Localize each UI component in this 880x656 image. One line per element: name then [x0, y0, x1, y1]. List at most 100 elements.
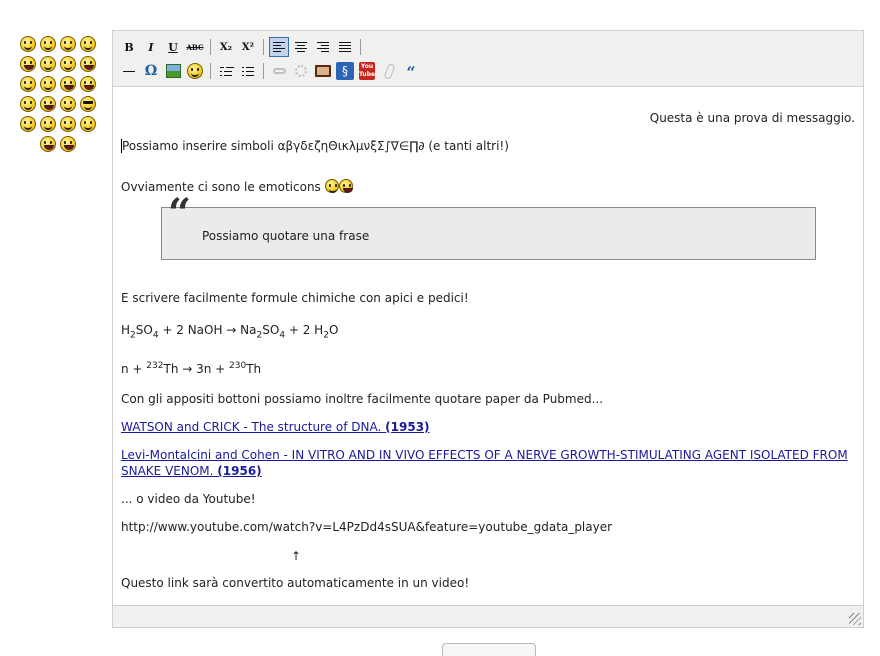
- arrow-marker: ↑: [291, 549, 302, 563]
- emoticons-line: Ovviamente ci sono le emoticons: [121, 179, 855, 195]
- surprised-emoticon-icon: [338, 179, 353, 193]
- emoticon-row: [10, 74, 106, 94]
- submit-button[interactable]: [442, 643, 536, 656]
- quote-mark-icon: “: [168, 190, 192, 237]
- book-icon: [315, 65, 331, 77]
- cool-emoticon-icon[interactable]: [80, 96, 96, 112]
- editor-content[interactable]: Questa è una prova di messaggio. Possiam…: [121, 101, 855, 605]
- align-justify-icon: [339, 42, 351, 52]
- unlink-button[interactable]: [291, 61, 311, 81]
- italic-button[interactable]: I: [141, 37, 161, 57]
- unlink-icon: [295, 65, 307, 77]
- shocked-emoticon-icon[interactable]: [80, 56, 96, 72]
- dna-icon: §: [336, 62, 354, 80]
- quote-button[interactable]: “: [401, 61, 421, 81]
- formulas-intro: E scrivere facilmente formule chimiche c…: [121, 291, 469, 305]
- editor-statusbar: [113, 605, 863, 627]
- video-intro: ... o video da Youtube!: [121, 492, 256, 506]
- dna-button[interactable]: §: [335, 61, 355, 81]
- video-url: http://www.youtube.com/watch?v=L4PzDd4sS…: [121, 520, 613, 534]
- youtube-button[interactable]: You Tube: [357, 61, 377, 81]
- pubmed-button[interactable]: [313, 61, 333, 81]
- align-right-button[interactable]: [313, 37, 333, 57]
- numbered-list-icon: [242, 66, 254, 76]
- bullet-list-icon: [220, 66, 234, 76]
- superscript-button[interactable]: X²: [238, 37, 258, 57]
- angry-emoticon-icon[interactable]: [40, 136, 56, 152]
- special-character-button[interactable]: Ω: [141, 61, 161, 81]
- align-left-button[interactable]: [269, 37, 289, 57]
- attachment-button[interactable]: [379, 61, 399, 81]
- horizontal-rule-icon: [123, 70, 135, 72]
- toolbar-separator: [210, 63, 211, 79]
- emoticon-row: [10, 34, 106, 54]
- emoticon-row: [10, 134, 106, 154]
- quote-text: Possiamo quotare una frase: [202, 229, 370, 243]
- pubmed-link-1-text[interactable]: WATSON and CRICK - The structure of DNA.…: [121, 420, 430, 434]
- silly-emoticon-icon[interactable]: [40, 76, 56, 92]
- rich-text-editor: B I U ABC X₂ X² Ω § You Tube “ Questa è …: [112, 30, 864, 628]
- toolbar-separator: [360, 39, 361, 55]
- pubmed-link-2-text[interactable]: Levi-Montalcini and Cohen - IN VITRO AND…: [121, 448, 848, 478]
- subscript-button[interactable]: X₂: [216, 37, 236, 57]
- align-left-icon: [273, 42, 285, 52]
- blush-emoticon-icon[interactable]: [20, 116, 36, 132]
- insert-emoticon-button[interactable]: [185, 61, 205, 81]
- insert-image-button[interactable]: [163, 61, 183, 81]
- align-right-icon: [317, 42, 329, 52]
- chemical-formula-1: H2SO4 + 2 NaOH → Na2SO4 + 2 H2O: [121, 323, 339, 341]
- numbered-list-button[interactable]: [238, 61, 258, 81]
- emoticon-palette: [10, 34, 106, 154]
- yell-emoticon-icon[interactable]: [40, 96, 56, 112]
- wink-emoticon-icon[interactable]: [40, 56, 56, 72]
- grin-emoticon-icon[interactable]: [40, 36, 56, 52]
- emoticon-row: [10, 94, 106, 114]
- happy-emoticon-icon[interactable]: [60, 36, 76, 52]
- pubmed-intro: Con gli appositi bottoni possiamo inoltr…: [121, 392, 604, 406]
- symbols-line: Possiamo inserire simboli αβγδεζηΘικλμνξ…: [121, 138, 855, 154]
- horizontal-rule-button[interactable]: [119, 61, 139, 81]
- convert-note: Questo link sarà convertito automaticame…: [121, 576, 470, 590]
- link-icon: [272, 68, 286, 74]
- confused-emoticon-icon[interactable]: [60, 116, 76, 132]
- emoticon-row: [10, 54, 106, 74]
- image-icon: [165, 64, 181, 78]
- insert-link-button[interactable]: [269, 61, 289, 81]
- resize-handle-icon[interactable]: [849, 613, 861, 625]
- undecided-emoticon-icon[interactable]: [80, 116, 96, 132]
- nuclear-formula: n + 232Th → 3n + 230Th: [121, 361, 262, 376]
- toolbar-separator: [210, 39, 211, 55]
- align-justify-button[interactable]: [335, 37, 355, 57]
- big-grin-emoticon-icon[interactable]: [60, 76, 76, 92]
- surprised-emoticon-icon[interactable]: [20, 56, 36, 72]
- tongue-emoticon-icon[interactable]: [20, 76, 36, 92]
- smile-emoticon-icon[interactable]: [20, 36, 36, 52]
- sad-emoticon-icon[interactable]: [60, 96, 76, 112]
- toolbar-separator: [263, 39, 264, 55]
- blockquote: “ Possiamo quotare una frase: [161, 190, 816, 260]
- symbols-text: Possiamo inserire simboli αβγδεζηΘικλμνξ…: [122, 139, 509, 153]
- toolbar-separator: [263, 63, 264, 79]
- bullet-list-button[interactable]: [216, 61, 236, 81]
- align-center-icon: [295, 42, 307, 52]
- toolbar-row-formatting: B I U ABC X₂ X²: [119, 35, 857, 59]
- emoticons-text: Ovviamente ci sono le emoticons: [121, 180, 321, 194]
- tongue-emoticon-icon: [324, 179, 339, 193]
- toolbar-row-insert: Ω § You Tube “: [119, 59, 857, 83]
- teeth-emoticon-icon[interactable]: [60, 136, 76, 152]
- laugh-emoticon-icon[interactable]: [80, 36, 96, 52]
- bold-button[interactable]: B: [119, 37, 139, 57]
- editor-toolbar: B I U ABC X₂ X² Ω § You Tube “: [113, 31, 863, 87]
- strikethrough-button[interactable]: ABC: [185, 37, 205, 57]
- cry-emoticon-icon[interactable]: [40, 116, 56, 132]
- pubmed-link-2[interactable]: Levi-Montalcini and Cohen - IN VITRO AND…: [121, 447, 855, 479]
- cheerful-emoticon-icon[interactable]: [60, 56, 76, 72]
- pubmed-link-1[interactable]: WATSON and CRICK - The structure of DNA.…: [121, 419, 855, 435]
- scream-emoticon-icon[interactable]: [80, 76, 96, 92]
- intro-line: Questa è una prova di messaggio.: [649, 111, 855, 125]
- emoticon-icon: [187, 63, 203, 79]
- align-center-button[interactable]: [291, 37, 311, 57]
- innocent-emoticon-icon[interactable]: [20, 96, 36, 112]
- underline-button[interactable]: U: [163, 37, 183, 57]
- paperclip-icon: [383, 62, 395, 80]
